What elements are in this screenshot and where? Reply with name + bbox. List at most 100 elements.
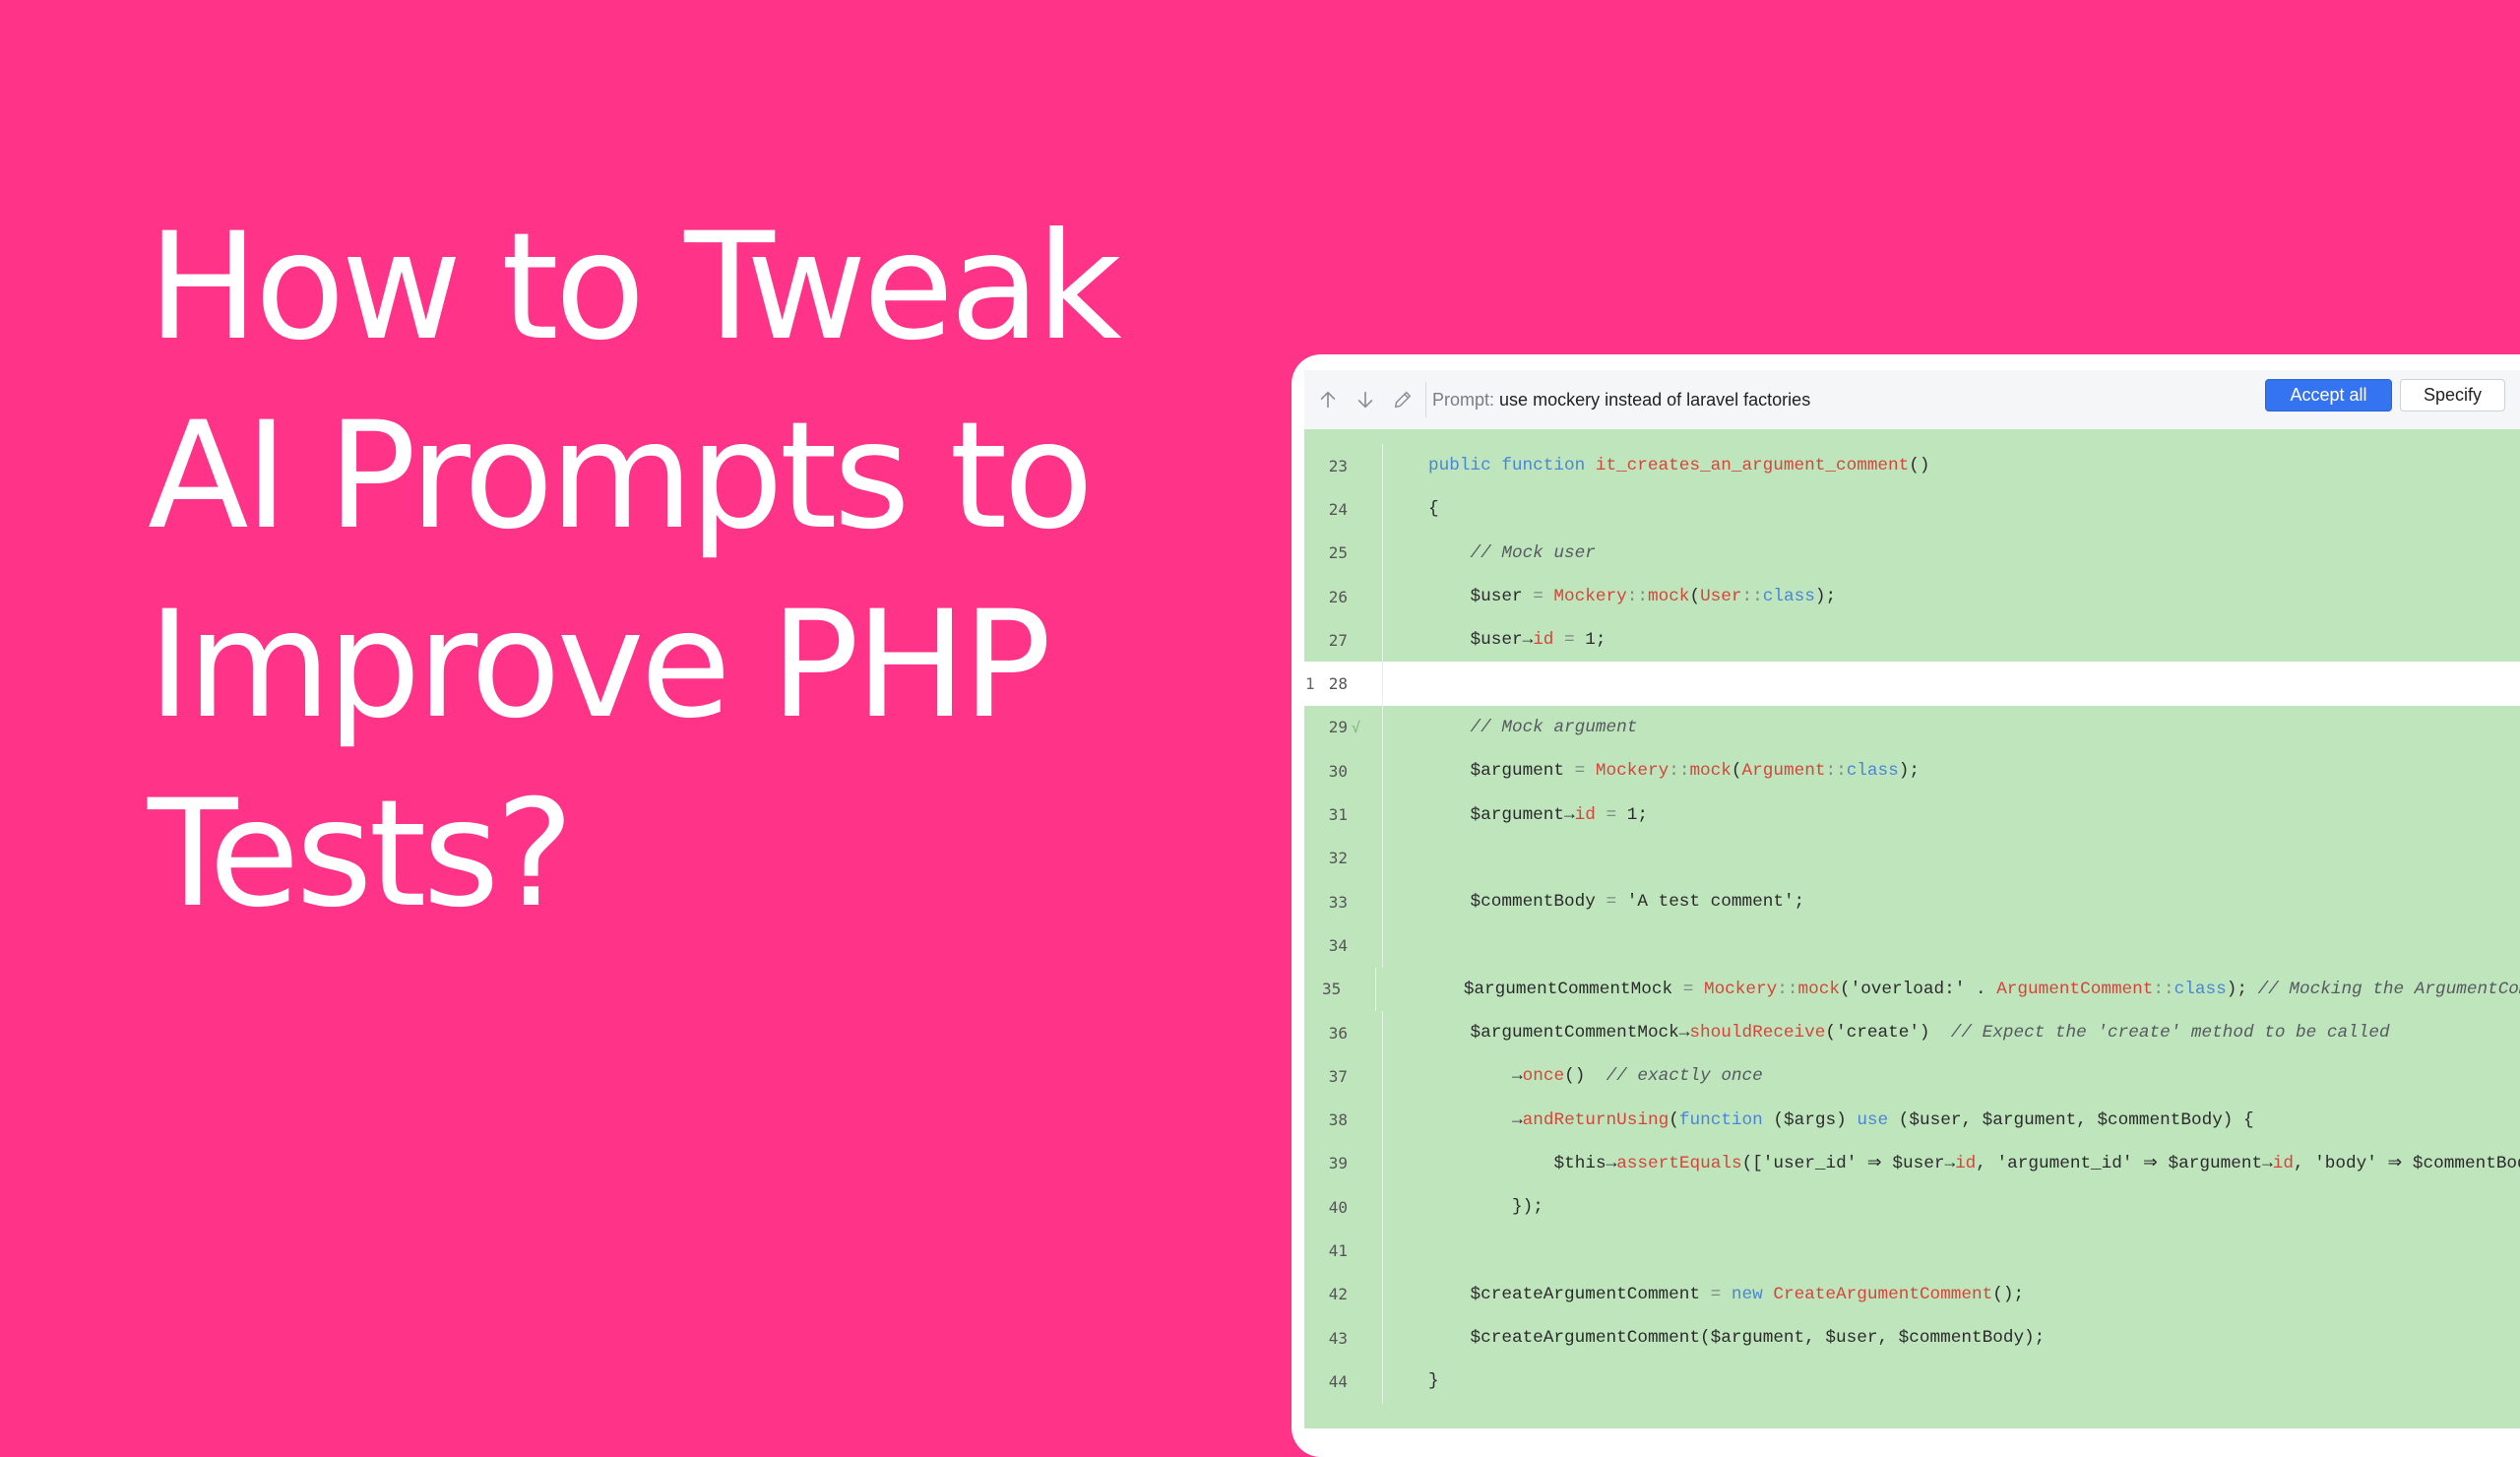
code-token: function [1501,456,1596,476]
code-line-added[interactable]: 25 // Mock user [1304,531,2520,575]
arrow-up-icon[interactable] [1309,381,1347,418]
code-line-added[interactable]: 29 √ // Mock argument [1304,705,2520,750]
code-token: ( [1689,587,1701,607]
code-token: // Mocking the ArgumentComment [2257,979,2520,999]
code-text: { [1383,499,1439,519]
code-token: = [1553,630,1586,651]
pencil-icon[interactable] [1384,381,1421,418]
toolbar-divider [1425,382,1426,417]
code-token: = [1533,587,1554,607]
code-text: →andReturnUsing(function ($args) use ($u… [1383,1110,2254,1130]
code-token: = [1574,761,1596,782]
code-token: :: [1825,761,1847,782]
line-number-text: 37 [1328,1066,1348,1086]
code-token: id [2272,1154,2294,1174]
code-line-added[interactable]: 33 $commentBody = 'A test comment'; [1304,879,2520,924]
code-token: 1; [1585,630,1606,651]
code-token: { [1428,499,1439,520]
code-text: public function it_creates_an_argument_c… [1383,456,1930,475]
code-token: () [1564,1066,1606,1087]
code-token: it_creates_an_argument_comment [1595,456,1910,476]
code-line-added[interactable]: 40}); [1304,1185,2520,1230]
line-number: 34 [1304,923,1383,968]
code-token: new [1731,1284,1774,1304]
code-token: mock [1689,761,1732,782]
code-editor[interactable]: 23 public function it_creates_an_argument… [1304,429,2520,1428]
code-token: $commentBody [1470,892,1606,913]
code-token: $this→ [1553,1154,1617,1174]
line-number-text: 39 [1328,1154,1348,1173]
code-token: use [1857,1109,1889,1130]
accept-all-button[interactable]: Accept all [2265,379,2392,412]
line-number-text: 27 [1328,630,1348,650]
code-token: // Mock user [1470,542,1596,563]
code-line-added[interactable]: 36 $argumentCommentMock→shouldReceive('cr… [1304,1010,2520,1055]
page-headline: How to Tweak AI Prompts to Improve PHP T… [148,193,1122,949]
line-number: 26 [1304,574,1383,619]
code-token: ( [1731,761,1742,782]
prompt-text: Prompt: use mockery instead of laravel f… [1432,390,1810,411]
specify-button[interactable]: Specify [2400,379,2505,412]
code-token: = [1682,979,1704,999]
code-line-added[interactable]: 31 $argument→id = 1; [1304,792,2520,837]
code-line-added[interactable]: 42 $createArgumentComment = new CreateArg… [1304,1272,2520,1316]
code-token: class [2174,979,2227,999]
line-number: 23 [1304,444,1383,488]
code-token: (['user_id' ⇒ $user→ [1741,1154,1956,1174]
code-text: $user = Mockery::mock(User::class); [1383,587,1837,607]
ai-prompt-toolbar: Prompt: use mockery instead of laravel f… [1304,370,2520,429]
code-text: $argumentCommentMock = Mockery::mock('ov… [1376,980,2520,999]
line-number-text: 25 [1328,543,1348,563]
code-token: ); [1814,587,1837,607]
code-token: () [1909,456,1930,476]
line-number-text: 40 [1328,1197,1348,1217]
code-token: ($args) [1762,1109,1858,1130]
line-number-text: 24 [1328,499,1348,519]
prompt-value: use mockery instead of laravel factories [1499,389,1811,410]
code-token: mock [1647,587,1690,607]
code-line-added[interactable]: 34 [1304,923,2520,968]
line-number: 27 [1304,618,1383,663]
code-token: once [1522,1066,1565,1087]
code-line-added[interactable]: 24 { [1304,487,2520,532]
code-token: $createArgumentComment [1470,1284,1711,1304]
code-token: Argument [1741,761,1826,782]
code-token: ($user, $argument, $commentBody) { [1888,1109,2254,1130]
code-line-added[interactable]: 44} [1304,1360,2520,1404]
code-line-added[interactable]: 23 public function it_creates_an_argument… [1304,444,2520,488]
code-text: $argumentCommentMock→shouldReceive('crea… [1383,1023,2390,1043]
code-line-added[interactable]: 39 $this→assertEquals(['user_id' ⇒ $user→… [1304,1141,2520,1186]
code-token: ( [1669,1109,1679,1130]
code-token: id [1955,1154,1977,1174]
code-token: // exactly once [1606,1066,1763,1087]
code-token: Mockery [1553,587,1627,607]
line-number-text: 44 [1328,1371,1348,1391]
line-number-text: 23 [1328,456,1348,475]
code-line-added[interactable]: 26 $user = Mockery::mock(User::class); [1304,574,2520,619]
code-token: :: [1626,587,1648,607]
code-line-added[interactable]: 35 $argumentCommentMock = Mockery::mock('… [1304,967,2520,1011]
arrow-down-icon[interactable] [1347,381,1384,418]
code-line-added[interactable]: 41 [1304,1229,2520,1273]
code-diff-panel: Prompt: use mockery instead of laravel f… [1292,354,2520,1457]
code-text: →once() // exactly once [1383,1066,1763,1086]
code-token: ); [2226,979,2258,999]
line-number: 31 [1304,792,1383,837]
line-number: 32 [1304,836,1383,880]
code-text: $this→assertEquals(['user_id' ⇒ $user→id… [1383,1153,2520,1173]
code-text: $argument→id = 1; [1383,805,1648,825]
code-line-added[interactable]: 32 [1304,836,2520,880]
code-token: Mockery [1703,979,1778,999]
code-token: }); [1512,1197,1544,1218]
line-number: 24 [1304,487,1383,532]
code-line-added[interactable]: 37 →once() // exactly once [1304,1054,2520,1099]
code-line-added[interactable]: 38 →andReturnUsing(function ($args) use (… [1304,1098,2520,1142]
code-line-added[interactable]: 27 $user→id = 1; [1304,618,2520,663]
line-number-text: 34 [1328,935,1348,955]
code-token: → [1512,1109,1523,1130]
code-line[interactable]: 1 28 [1304,662,2520,706]
code-token: , 'body' ⇒ $commentBody [2293,1154,2520,1174]
code-line-added[interactable]: 43 $createArgumentComment($argument, $use… [1304,1315,2520,1361]
headline-line-3: Improve PHP [148,580,1051,751]
code-line-added[interactable]: 30 $argument = Mockery::mock(Argument::cl… [1304,749,2520,793]
